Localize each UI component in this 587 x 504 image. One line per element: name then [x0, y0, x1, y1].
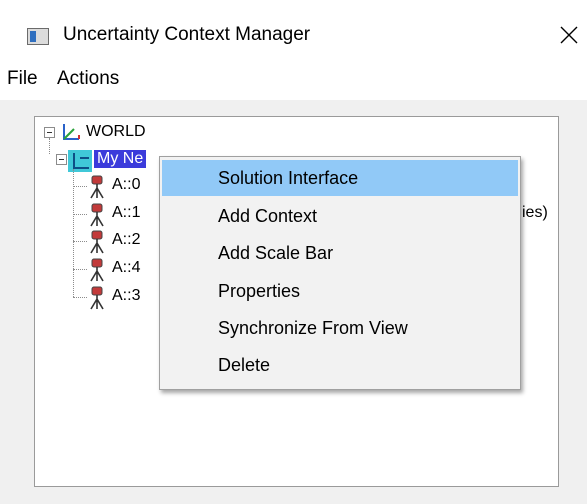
tree-node-station[interactable]: A::1 [112, 204, 140, 222]
tripod-instrument-icon [90, 175, 104, 199]
network-icon [68, 150, 92, 172]
tripod-instrument-icon [90, 230, 104, 254]
window-title: Uncertainty Context Manager [63, 24, 311, 45]
menu-item-properties[interactable]: Properties [162, 273, 518, 309]
tripod-instrument-icon [90, 203, 104, 227]
tree-node-station[interactable]: A::0 [112, 176, 140, 194]
context-menu: Solution Interface Add Context Add Scale… [159, 156, 521, 390]
menu-item-add-context[interactable]: Add Context [162, 198, 518, 234]
top-strip [0, 0, 587, 8]
axes-icon [63, 124, 80, 140]
tripod-instrument-icon [90, 258, 104, 282]
window-app-icon [27, 28, 49, 45]
menu-item-solution-interface[interactable]: Solution Interface [162, 160, 518, 196]
tripod-instrument-icon [90, 286, 104, 310]
tree-node-station[interactable]: A::2 [112, 231, 140, 249]
close-icon[interactable] [552, 18, 586, 52]
collapse-toggle-network[interactable] [56, 154, 67, 165]
tree-node-world[interactable]: WORLD [86, 123, 146, 141]
tree-connector [49, 138, 50, 154]
menu-item-add-scale-bar[interactable]: Add Scale Bar [162, 235, 518, 271]
menu-file[interactable]: File [7, 68, 38, 90]
tree-node-station[interactable]: A::3 [112, 287, 140, 305]
menu-actions[interactable]: Actions [57, 68, 119, 90]
menu-item-synchronize-from-view[interactable]: Synchronize From View [162, 310, 518, 346]
tree-node-suffix: ies) [522, 204, 548, 221]
menu-bar: File Actions [0, 62, 587, 100]
tree-connector [73, 169, 74, 297]
tree-node-network[interactable]: My Ne [94, 150, 147, 168]
collapse-toggle-world[interactable] [44, 127, 55, 138]
tree-node-station[interactable]: A::4 [112, 259, 140, 277]
menu-item-delete[interactable]: Delete [162, 347, 518, 383]
